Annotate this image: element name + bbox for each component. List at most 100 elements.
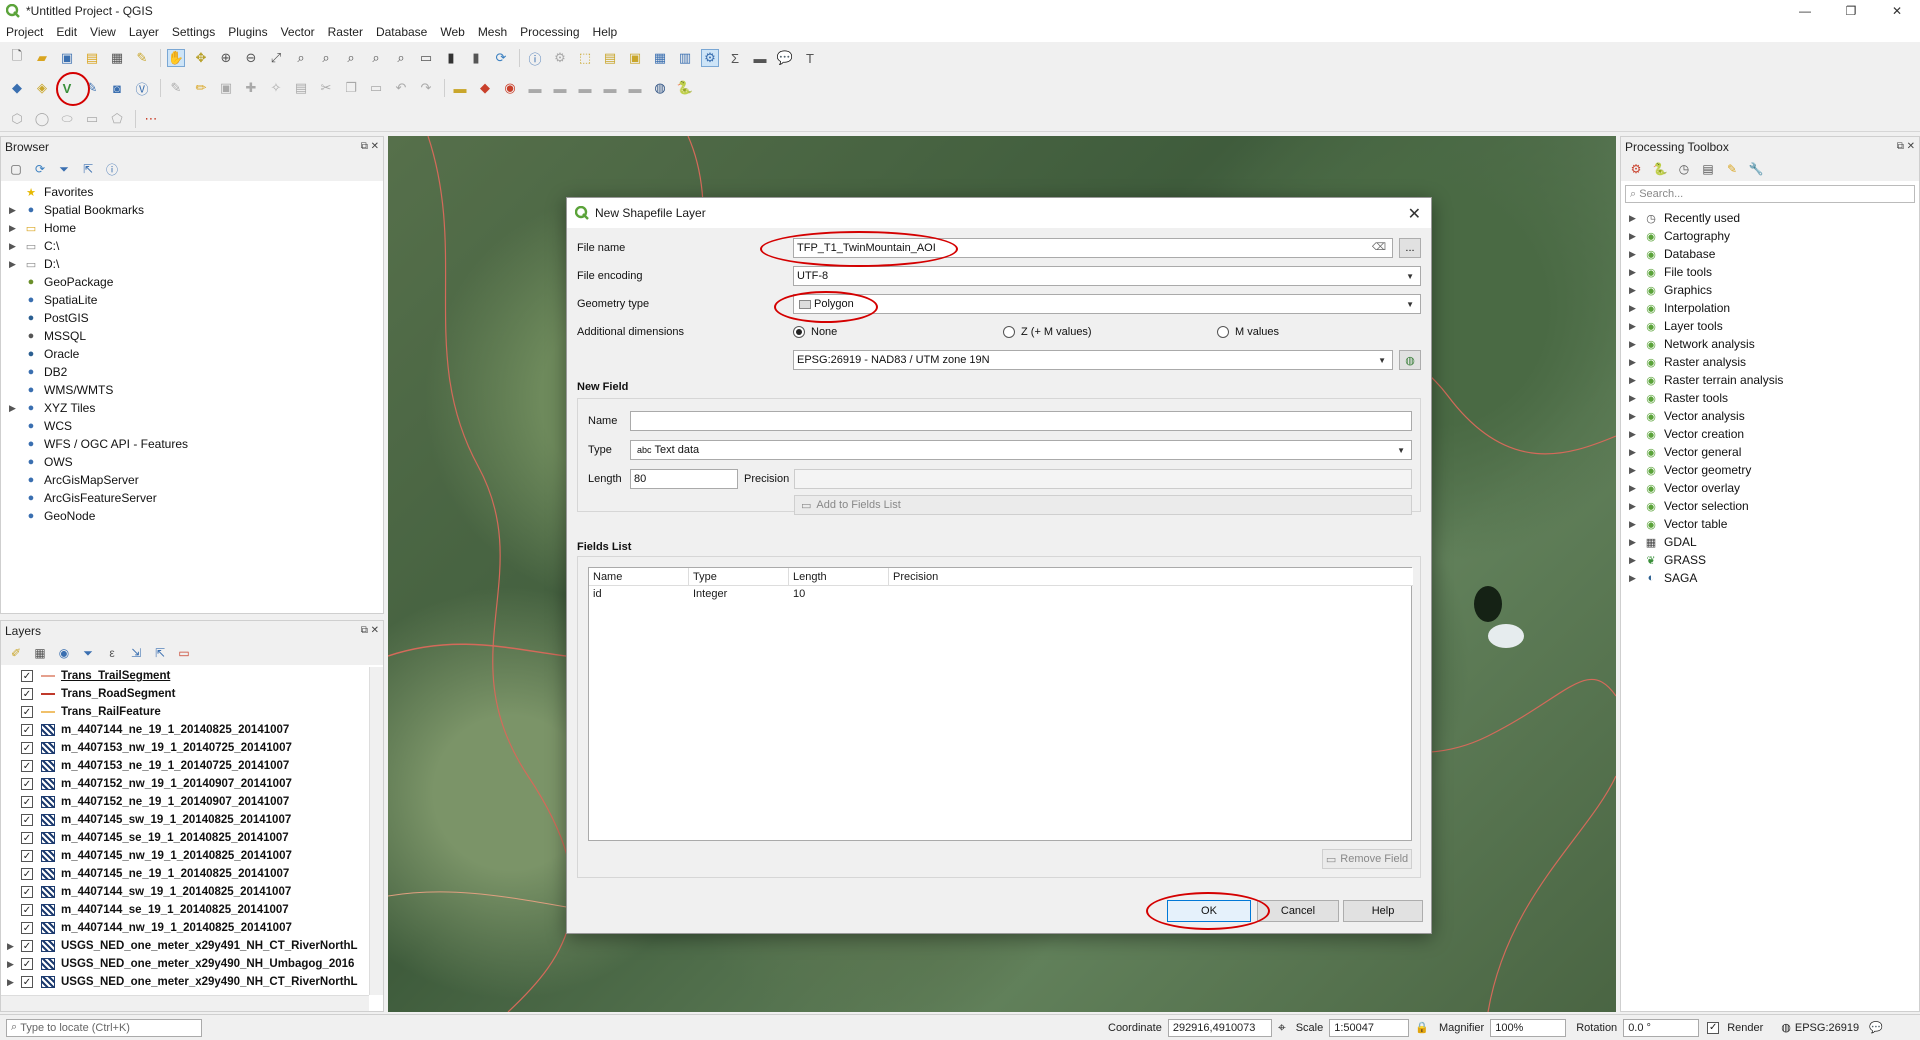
chevron-right-icon[interactable]: ▶: [9, 241, 23, 252]
browser-item[interactable]: ● WFS / OGC API - Features: [1, 435, 383, 453]
add-feature-icon[interactable]: ✚: [242, 79, 260, 97]
chevron-right-icon[interactable]: ▶: [1629, 303, 1643, 314]
new-map-view-icon[interactable]: ▭: [417, 49, 435, 67]
dim-m-radio[interactable]: [1217, 326, 1229, 338]
help-button[interactable]: Help: [1343, 900, 1423, 922]
pan-icon[interactable]: ✋: [167, 49, 185, 67]
chevron-right-icon[interactable]: ▶: [1629, 555, 1643, 566]
processing-provider-item[interactable]: ▶ ◉ File tools: [1621, 263, 1919, 281]
chevron-right-icon[interactable]: ▶: [1629, 501, 1643, 512]
processing-provider-item[interactable]: ▶ ❦ GRASS: [1621, 551, 1919, 569]
remove-field-button[interactable]: ▭ Remove Field: [1322, 849, 1412, 869]
menu-processing[interactable]: Processing: [520, 25, 579, 39]
label-highlight-icon[interactable]: ▬: [626, 79, 644, 97]
chevron-right-icon[interactable]: ▶: [9, 223, 23, 234]
processing-provider-item[interactable]: ▶ ◉ Vector table: [1621, 515, 1919, 533]
layer-item[interactable]: ▶ ✓ USGS_NED_one_meter_x29y490_NH_Umbagog_…: [1, 955, 369, 973]
save-project-icon[interactable]: ▣: [58, 49, 76, 67]
data-source-manager-icon[interactable]: ◆: [8, 79, 26, 97]
layer-visibility-checkbox[interactable]: ✓: [21, 778, 33, 790]
field-length-input[interactable]: 80: [630, 469, 738, 489]
label-rotate-icon[interactable]: ▬: [551, 79, 569, 97]
layer-style-icon[interactable]: ✐: [7, 644, 25, 662]
diagram-tool-icon[interactable]: ◉: [501, 79, 519, 97]
processing-provider-item[interactable]: ▶ ◉ Graphics: [1621, 281, 1919, 299]
menu-database[interactable]: Database: [376, 25, 427, 39]
label-change-icon[interactable]: ▬: [576, 79, 594, 97]
label-pin-icon[interactable]: ◆: [476, 79, 494, 97]
chevron-right-icon[interactable]: ▶: [1629, 429, 1643, 440]
menu-web[interactable]: Web: [440, 25, 464, 39]
select-crs-icon[interactable]: ◍: [1399, 350, 1421, 370]
col-type[interactable]: Type: [689, 568, 789, 586]
collapse-layers-icon[interactable]: ⇱: [151, 644, 169, 662]
save-as-icon[interactable]: ▤: [83, 49, 101, 67]
layer-visibility-checkbox[interactable]: ✓: [21, 814, 33, 826]
panel-close-icon[interactable]: ⧉ ✕: [361, 141, 379, 152]
polygon-tool-icon[interactable]: ⬠: [108, 110, 126, 128]
render-checkbox[interactable]: ✓: [1707, 1021, 1720, 1034]
label-tool-icon[interactable]: ▬: [451, 79, 469, 97]
filter-legend-icon[interactable]: ⏷: [79, 644, 97, 662]
menu-edit[interactable]: Edit: [56, 25, 77, 39]
chevron-right-icon[interactable]: ▶: [7, 977, 21, 988]
undo-icon[interactable]: ↶: [392, 79, 410, 97]
layer-visibility-checkbox[interactable]: ✓: [21, 670, 33, 682]
zoom-layer-icon[interactable]: ⌕: [317, 49, 335, 67]
chevron-right-icon[interactable]: ▶: [1629, 357, 1643, 368]
layer-item[interactable]: ✓ Trans_RoadSegment: [1, 685, 369, 703]
processing-search-input[interactable]: ⌕ Search...: [1625, 185, 1915, 203]
chevron-right-icon[interactable]: ▶: [1629, 231, 1643, 242]
browser-item[interactable]: ★ Favorites: [1, 183, 383, 201]
browser-item[interactable]: ● Oracle: [1, 345, 383, 363]
chevron-right-icon[interactable]: ▶: [1629, 375, 1643, 386]
chevron-right-icon[interactable]: ▶: [1629, 519, 1643, 530]
locator-input[interactable]: ⌕ Type to locate (Ctrl+K): [6, 1018, 202, 1037]
delete-selected-icon[interactable]: ▤: [292, 79, 310, 97]
layer-visibility-checkbox[interactable]: ✓: [21, 706, 33, 718]
zoom-full-icon[interactable]: ⤢: [267, 49, 285, 67]
layer-visibility-checkbox[interactable]: ✓: [21, 940, 33, 952]
browser-item[interactable]: ▶ ▭ D:\: [1, 255, 383, 273]
layer-item[interactable]: ✓ m_4407145_nw_19_1_20140825_20141007: [1, 847, 369, 865]
processing-provider-item[interactable]: ▶ ◉ Layer tools: [1621, 317, 1919, 335]
layer-visibility-checkbox[interactable]: ✓: [21, 976, 33, 988]
models-icon[interactable]: ⚙: [1627, 160, 1645, 178]
maximize-button[interactable]: ❐: [1828, 0, 1874, 22]
browser-item[interactable]: ▶ ● Spatial Bookmarks: [1, 201, 383, 219]
label-move-icon[interactable]: ▬: [526, 79, 544, 97]
processing-toolbox-icon[interactable]: ⚙: [701, 49, 719, 67]
redo-icon[interactable]: ↷: [417, 79, 435, 97]
chevron-right-icon[interactable]: ▶: [1629, 285, 1643, 296]
layer-visibility-checkbox[interactable]: ✓: [21, 688, 33, 700]
file-encoding-select[interactable]: UTF-8 ▼: [793, 266, 1421, 286]
crs-status-icon[interactable]: ◍: [1781, 1021, 1791, 1034]
new-virtual-layer-icon[interactable]: Ⓥ: [133, 79, 151, 97]
results-viewer-icon[interactable]: ▤: [1699, 160, 1717, 178]
close-window-button[interactable]: ✕: [1874, 0, 1920, 22]
filter-expression-icon[interactable]: ε: [103, 644, 121, 662]
layers-vertical-scrollbar[interactable]: [369, 667, 383, 995]
scripts-icon[interactable]: 🐍: [1651, 160, 1669, 178]
processing-provider-item[interactable]: ▶ ◉ Vector overlay: [1621, 479, 1919, 497]
current-edits-icon[interactable]: ✎: [167, 79, 185, 97]
processing-provider-item[interactable]: ▶ ◉ Raster terrain analysis: [1621, 371, 1919, 389]
chevron-right-icon[interactable]: ▶: [9, 403, 23, 414]
edit-features-in-place-icon[interactable]: ✎: [1723, 160, 1741, 178]
col-name[interactable]: Name: [589, 568, 689, 586]
chevron-right-icon[interactable]: ▶: [9, 205, 23, 216]
zoom-next-icon[interactable]: ⌕: [392, 49, 410, 67]
crs-status-label[interactable]: EPSG:26919: [1795, 1022, 1859, 1034]
refresh-browser-icon[interactable]: ⟳: [31, 160, 49, 178]
browser-item[interactable]: ● WMS/WMTS: [1, 381, 383, 399]
processing-provider-item[interactable]: ▶ ◉ Network analysis: [1621, 335, 1919, 353]
deselect-icon[interactable]: ▣: [626, 49, 644, 67]
zoom-out-icon[interactable]: ⊖: [242, 49, 260, 67]
refresh-icon[interactable]: ⟳: [492, 49, 510, 67]
measure-icon[interactable]: ▬: [751, 49, 769, 67]
circle-tool-icon[interactable]: ◯: [33, 110, 51, 128]
processing-provider-item[interactable]: ▶ ◉ Raster analysis: [1621, 353, 1919, 371]
layer-item[interactable]: ✓ Trans_RailFeature: [1, 703, 369, 721]
layer-item[interactable]: ✓ m_4407144_ne_19_1_20140825_20141007: [1, 721, 369, 739]
new-geopackage-icon[interactable]: ◈: [33, 79, 51, 97]
